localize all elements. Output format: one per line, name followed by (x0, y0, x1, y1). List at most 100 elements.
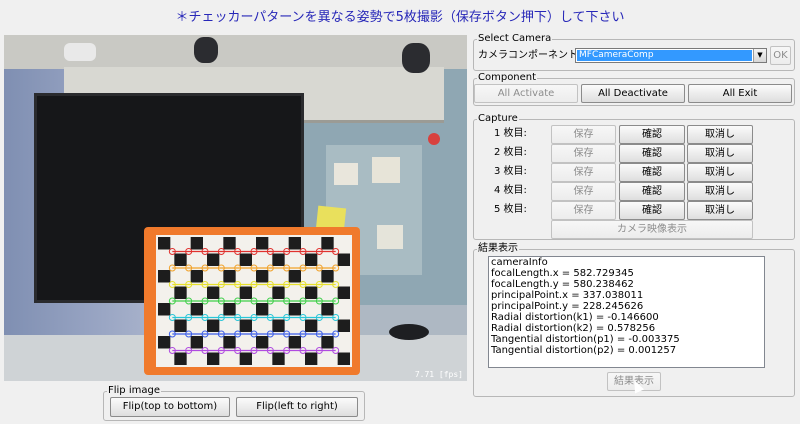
checker-square (207, 319, 220, 332)
checker-square (321, 270, 334, 283)
checker-square (174, 253, 187, 266)
checker-square (321, 336, 334, 349)
save-button[interactable]: 保存 (551, 163, 616, 182)
checker-square (190, 336, 203, 349)
save-button[interactable]: 保存 (551, 125, 616, 144)
cancel-button[interactable]: 取消し (687, 144, 753, 163)
checker-square (337, 352, 350, 365)
result-line: focalLength.x = 582.729345 (491, 268, 634, 279)
checker-square (190, 303, 203, 316)
result-line: focalLength.y = 580.238462 (491, 279, 634, 290)
checker-square (272, 352, 285, 365)
all-exit-button[interactable]: All Exit (688, 84, 792, 103)
checker-square (207, 253, 220, 266)
camera-view: 7.71 [fps] (4, 35, 467, 381)
capture-row-label: 1 枚目: (494, 128, 527, 139)
confirm-button[interactable]: 確認 (619, 201, 685, 220)
checker-square (337, 319, 350, 332)
checker-square (207, 286, 220, 299)
cancel-button[interactable]: 取消し (687, 201, 753, 220)
checker-square (305, 253, 318, 266)
cancel-button[interactable]: 取消し (687, 182, 753, 201)
save-button[interactable]: 保存 (551, 201, 616, 220)
checker-square (256, 270, 269, 283)
save-button[interactable]: 保存 (551, 182, 616, 201)
confirm-button[interactable]: 確認 (619, 163, 685, 182)
checker-square (158, 336, 171, 349)
camera-scene-webcam (64, 43, 96, 61)
select-camera-legend: Select Camera (477, 33, 553, 45)
checker-square (305, 286, 318, 299)
checker-square (288, 270, 301, 283)
camera-scene-note (334, 163, 358, 185)
cancel-button[interactable]: 取消し (687, 163, 753, 182)
save-button[interactable]: 保存 (551, 144, 616, 163)
checker-square (158, 303, 171, 316)
checker-square (239, 352, 252, 365)
chevron-down-icon[interactable]: ▼ (753, 49, 766, 62)
checker-square (158, 270, 171, 283)
capture-row-label: 2 枚目: (494, 147, 527, 158)
checker-square (272, 286, 285, 299)
checker-square (223, 237, 236, 250)
camera-scene-note (372, 157, 400, 183)
checker-square (272, 253, 285, 266)
capture-legend: Capture (477, 113, 519, 125)
checkerboard-pattern (156, 235, 352, 367)
all-deactivate-button[interactable]: All Deactivate (581, 84, 685, 103)
result-legend: 結果表示 (477, 243, 519, 255)
checker-square (207, 352, 220, 365)
checker-square (305, 319, 318, 332)
camera-component-select[interactable]: MFCameraComp ▼ (575, 48, 767, 63)
instruction-text: ＊チェッカーパターンを異なる姿勢で5枚撮影（保存ボタン押下）して下さい (175, 10, 625, 25)
confirm-button[interactable]: 確認 (619, 144, 685, 163)
result-textarea[interactable]: cameraInfo focalLength.x = 582.729345 fo… (488, 256, 765, 368)
all-activate-button[interactable]: All Activate (474, 84, 578, 103)
capture-row-label: 3 枚目: (494, 166, 527, 177)
cancel-button[interactable]: 取消し (687, 125, 753, 144)
fps-readout: 7.71 [fps] (414, 370, 463, 379)
checker-square (174, 319, 187, 332)
checker-square (321, 237, 334, 250)
checker-square (288, 336, 301, 349)
result-line: Radial distortion(k1) = -0.146600 (491, 312, 659, 323)
camera-scene-webcam (194, 37, 218, 63)
confirm-button[interactable]: 確認 (619, 125, 685, 144)
capture-row-label: 4 枚目: (494, 185, 527, 196)
checker-square (190, 270, 203, 283)
checker-square (337, 253, 350, 266)
result-line: principalPoint.y = 228.245626 (491, 301, 644, 312)
capture-row-label: 5 枚目: (494, 204, 527, 215)
checker-square (256, 237, 269, 250)
checker-square (190, 237, 203, 250)
camera-display-button[interactable]: カメラ映像表示 (551, 220, 753, 239)
checker-square (321, 303, 334, 316)
flip-left-right-button[interactable]: Flip(left to right) (236, 397, 358, 417)
result-line: cameraInfo (491, 257, 548, 268)
checker-square (239, 319, 252, 332)
checker-square (239, 253, 252, 266)
component-legend: Component (477, 72, 538, 84)
camera-scene-pin (428, 133, 440, 145)
checker-square (288, 303, 301, 316)
camera-component-label: カメラコンポーネント (478, 50, 578, 61)
result-line: Tangential distortion(p1) = -0.003375 (491, 334, 680, 345)
checker-square (337, 286, 350, 299)
flip-image-legend: Flip image (107, 385, 161, 397)
flip-top-bottom-button[interactable]: Flip(top to bottom) (110, 397, 230, 417)
checker-square (256, 336, 269, 349)
checker-square (288, 237, 301, 250)
result-line: principalPoint.x = 337.038011 (491, 290, 644, 301)
camera-scene-mouse (389, 324, 429, 340)
result-line: Tangential distortion(p2) = 0.001257 (491, 345, 677, 356)
result-line: Radial distortion(k2) = 0.578256 (491, 323, 656, 334)
checker-square (223, 336, 236, 349)
camera-scene-webcam (402, 43, 430, 73)
ok-button[interactable]: OK (770, 46, 791, 65)
checker-square (174, 286, 187, 299)
checker-square (158, 237, 171, 250)
checker-square (174, 352, 187, 365)
checker-square (239, 286, 252, 299)
checker-square (223, 270, 236, 283)
confirm-button[interactable]: 確認 (619, 182, 685, 201)
